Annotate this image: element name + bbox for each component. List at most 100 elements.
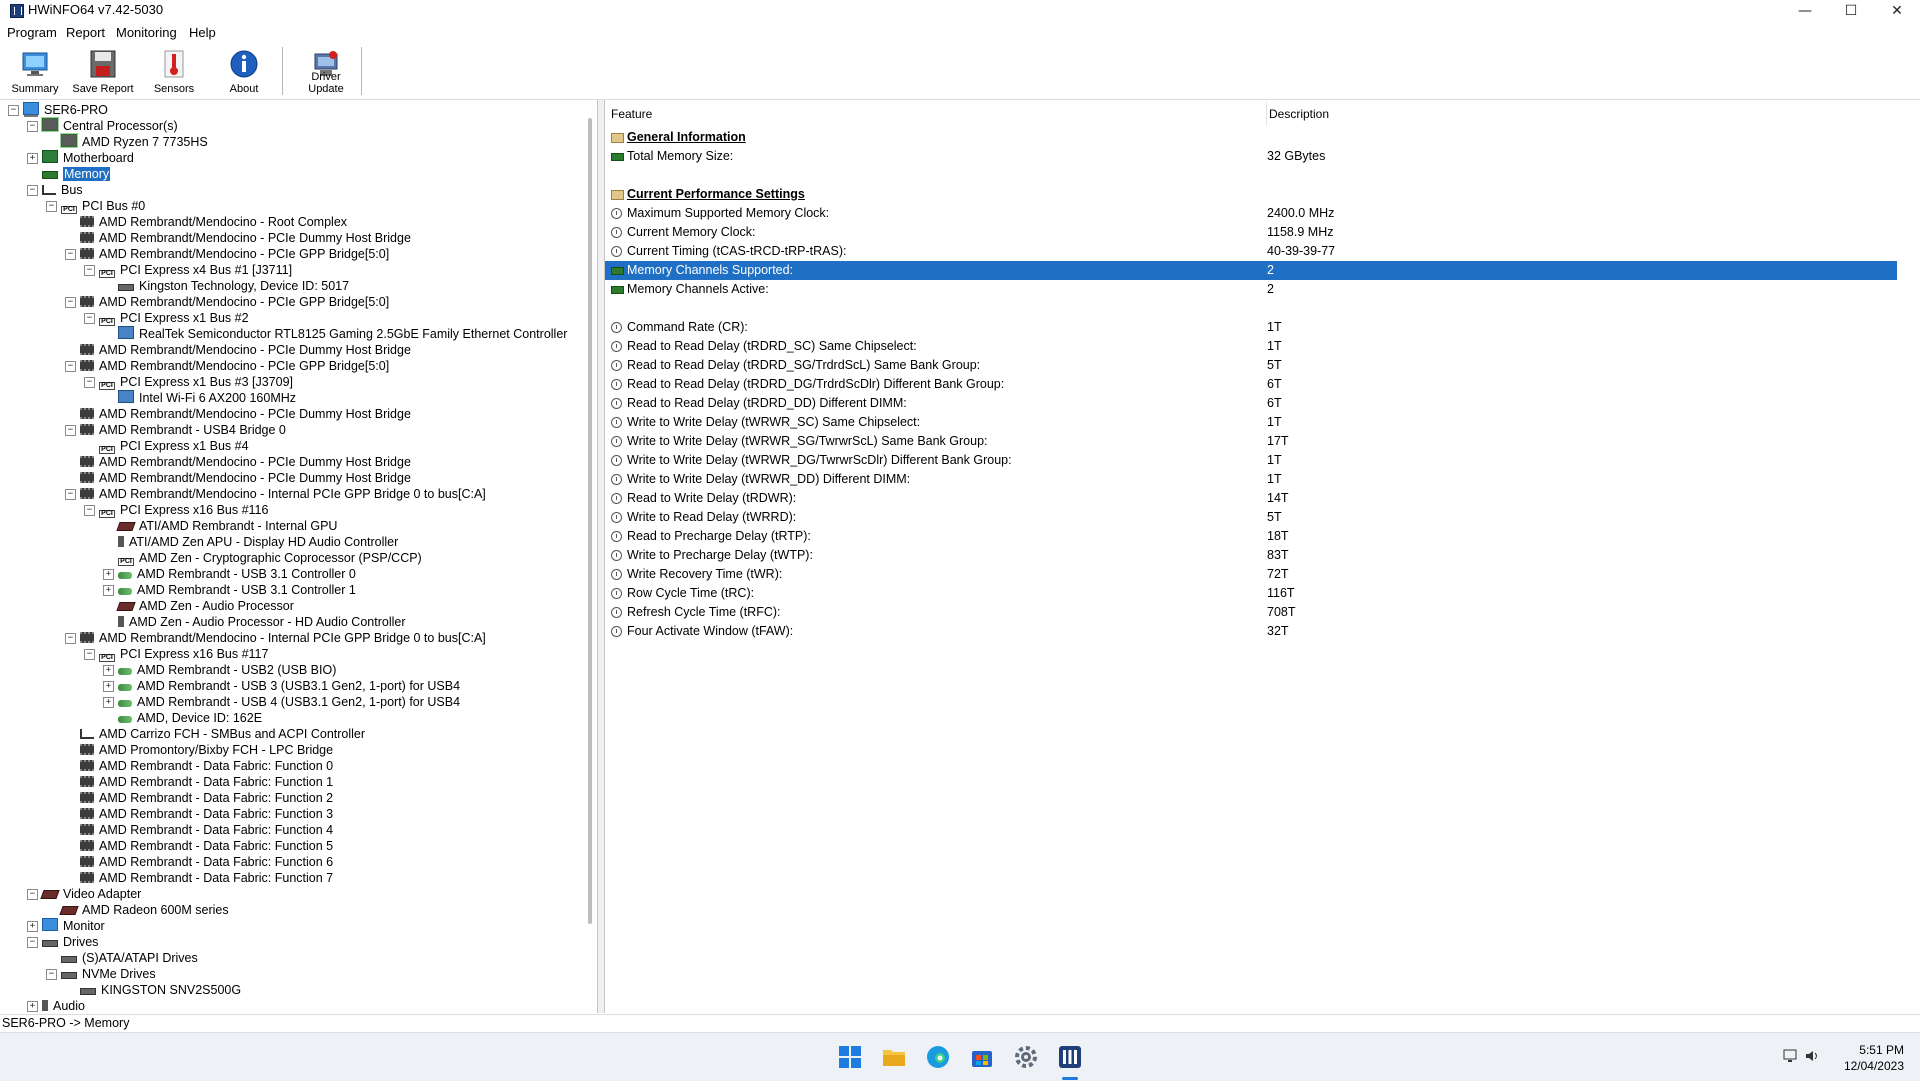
save-report-button[interactable]: Save Report: [72, 47, 134, 97]
collapse-icon[interactable]: −: [27, 889, 38, 900]
tree-item[interactable]: PCI PCI Express x16 Bus #116: [99, 502, 268, 518]
edge-browser-icon[interactable]: [926, 1045, 950, 1069]
tree-item[interactable]: AMD Rembrandt/Mendocino - PCIe Dummy Hos…: [80, 406, 411, 422]
driver-update-button[interactable]: Driver Update: [293, 47, 359, 97]
tree-item[interactable]: AMD Radeon 600M series: [59, 902, 229, 918]
collapse-icon[interactable]: −: [84, 377, 95, 388]
tree-item[interactable]: AMD Rembrandt/Mendocino - PCIe Dummy Hos…: [80, 230, 411, 246]
tree-item[interactable]: Monitor: [42, 918, 105, 934]
store-icon[interactable]: [970, 1045, 994, 1069]
taskbar-time[interactable]: 5:51 PM: [1814, 1043, 1904, 1057]
tree-item[interactable]: Intel Wi-Fi 6 AX200 160MHz: [118, 390, 296, 406]
column-header-feature[interactable]: Feature: [605, 102, 1267, 126]
table-row[interactable]: Write to Write Delay (tWRWR_DD) Differen…: [605, 470, 1897, 489]
close-icon[interactable]: ✕: [1875, 0, 1919, 22]
expand-icon[interactable]: +: [103, 665, 114, 676]
group-header-row[interactable]: Current Performance Settings: [605, 185, 1897, 204]
hwinfo-icon[interactable]: [1058, 1045, 1082, 1069]
settings-gear-icon[interactable]: [1014, 1045, 1038, 1069]
tree-item[interactable]: KINGSTON SNV2S500G: [80, 982, 241, 998]
sensors-button[interactable]: Sensors: [143, 47, 205, 97]
tree-item[interactable]: PCI AMD Zen - Cryptographic Coprocessor (…: [118, 550, 422, 566]
tree-item[interactable]: AMD Rembrandt - USB2 (USB BIO): [118, 662, 336, 678]
tree-item[interactable]: AMD Rembrandt - Data Fabric: Function 4: [80, 822, 333, 838]
tree-item[interactable]: Motherboard: [42, 150, 134, 166]
collapse-icon[interactable]: −: [84, 649, 95, 660]
tree-item[interactable]: AMD Rembrandt - USB4 Bridge 0: [80, 422, 286, 438]
collapse-icon[interactable]: −: [27, 937, 38, 948]
tree-item[interactable]: RealTek Semiconductor RTL8125 Gaming 2.5…: [118, 326, 567, 342]
table-row[interactable]: Current Timing (tCAS-tRCD-tRP-tRAS): 40-3…: [605, 242, 1897, 261]
menu-monitoring[interactable]: Monitoring: [116, 25, 177, 40]
collapse-icon[interactable]: −: [84, 265, 95, 276]
device-tree[interactable]: − SER6-PRO − Central Processor(s) AMD Ryzen …: [0, 100, 598, 1013]
table-row[interactable]: Total Memory Size: 32 GBytes: [605, 147, 1897, 166]
collapse-icon[interactable]: −: [65, 633, 76, 644]
table-row[interactable]: Row Cycle Time (tRC): 116T: [605, 584, 1897, 603]
collapse-icon[interactable]: −: [27, 121, 38, 132]
network-icon[interactable]: [1783, 1049, 1799, 1062]
menu-report[interactable]: Report: [66, 25, 105, 40]
start-windows-icon[interactable]: [838, 1045, 862, 1069]
tree-item[interactable]: SER6-PRO: [23, 102, 108, 118]
tree-item[interactable]: Central Processor(s): [41, 117, 178, 134]
tree-item[interactable]: AMD Rembrandt - USB 4 (USB3.1 Gen2, 1-po…: [118, 694, 460, 710]
table-row[interactable]: Read to Precharge Delay (tRTP): 18T: [605, 527, 1897, 546]
menu-program[interactable]: Program: [7, 25, 57, 40]
tree-item[interactable]: AMD Rembrandt/Mendocino - PCIe Dummy Hos…: [80, 342, 411, 358]
tree-item[interactable]: AMD Rembrandt - Data Fabric: Function 3: [80, 806, 333, 822]
tree-item[interactable]: AMD Promontory/Bixby FCH - LPC Bridge: [80, 742, 333, 758]
table-row[interactable]: Write to Read Delay (tWRRD): 5T: [605, 508, 1897, 527]
tree-item[interactable]: AMD Rembrandt/Mendocino - Internal PCIe …: [80, 630, 486, 646]
tree-item[interactable]: AMD Rembrandt/Mendocino - Internal PCIe …: [80, 486, 486, 502]
maximize-icon[interactable]: ☐: [1829, 0, 1873, 22]
expand-icon[interactable]: +: [103, 569, 114, 580]
expand-icon[interactable]: +: [27, 921, 38, 932]
tree-scrollbar[interactable]: [588, 118, 592, 924]
tree-item[interactable]: AMD Carrizo FCH - SMBus and ACPI Control…: [80, 726, 365, 742]
tree-item[interactable]: AMD Rembrandt - Data Fabric: Function 7: [80, 870, 333, 886]
collapse-icon[interactable]: −: [46, 201, 57, 212]
tree-item[interactable]: AMD Rembrandt - USB 3.1 Controller 1: [118, 582, 356, 598]
tree-item[interactable]: PCI PCI Express x1 Bus #3 [J3709]: [99, 374, 293, 390]
tree-item[interactable]: AMD Rembrandt - Data Fabric: Function 6: [80, 854, 333, 870]
table-row[interactable]: Memory Channels Supported: 2: [605, 261, 1897, 280]
collapse-icon[interactable]: −: [65, 361, 76, 372]
table-row[interactable]: Write to Precharge Delay (tWTP): 83T: [605, 546, 1897, 565]
expand-icon[interactable]: +: [103, 585, 114, 596]
tree-item[interactable]: AMD Rembrandt/Mendocino - PCIe Dummy Hos…: [80, 470, 411, 486]
table-row[interactable]: Read to Read Delay (tRDRD_SC) Same Chips…: [605, 337, 1897, 356]
tree-item[interactable]: AMD Rembrandt - Data Fabric: Function 1: [80, 774, 333, 790]
minimize-icon[interactable]: —: [1783, 0, 1827, 22]
collapse-icon[interactable]: −: [65, 249, 76, 260]
table-row[interactable]: Read to Read Delay (tRDRD_DD) Different …: [605, 394, 1897, 413]
pane-splitter[interactable]: [598, 100, 605, 1013]
tree-item[interactable]: PCI PCI Express x4 Bus #1 [J3711]: [99, 262, 292, 278]
tree-item[interactable]: AMD, Device ID: 162E: [118, 710, 262, 726]
table-row[interactable]: Write to Write Delay (tWRWR_SC) Same Chi…: [605, 413, 1897, 432]
collapse-icon[interactable]: −: [46, 969, 57, 980]
tree-item[interactable]: AMD Zen - Audio Processor: [116, 598, 294, 614]
file-explorer-icon[interactable]: [882, 1045, 906, 1069]
tree-item[interactable]: ATI/AMD Zen APU - Display HD Audio Contr…: [118, 534, 398, 550]
menu-help[interactable]: Help: [189, 25, 216, 40]
group-header-row[interactable]: General Information: [605, 128, 1897, 147]
table-row[interactable]: Write Recovery Time (tWR): 72T: [605, 565, 1897, 584]
tree-item[interactable]: Kingston Technology, Device ID: 5017: [118, 278, 349, 294]
tree-item[interactable]: Video Adapter: [40, 886, 141, 902]
collapse-icon[interactable]: −: [65, 489, 76, 500]
tree-item[interactable]: PCI PCI Bus #0: [61, 198, 145, 214]
tree-item[interactable]: AMD Rembrandt/Mendocino - PCIe Dummy Hos…: [80, 454, 411, 470]
table-row[interactable]: Refresh Cycle Time (tRFC): 708T: [605, 603, 1897, 622]
tree-item[interactable]: NVMe Drives: [61, 966, 156, 982]
column-header-description[interactable]: Description: [1267, 102, 1869, 126]
taskbar-date[interactable]: 12/04/2023: [1814, 1059, 1904, 1073]
about-button[interactable]: About: [213, 47, 275, 97]
tree-item[interactable]: AMD Ryzen 7 7735HS: [60, 133, 208, 150]
table-row[interactable]: Read to Read Delay (tRDRD_SG/TrdrdScL) S…: [605, 356, 1897, 375]
table-row[interactable]: Command Rate (CR): 1T: [605, 318, 1897, 337]
tree-item[interactable]: ATI/AMD Rembrandt - Internal GPU: [116, 518, 337, 534]
tree-item[interactable]: PCI PCI Express x1 Bus #4: [99, 438, 249, 454]
tree-item[interactable]: Audio: [42, 998, 85, 1013]
tree-item[interactable]: PCI PCI Express x1 Bus #2: [99, 310, 249, 326]
